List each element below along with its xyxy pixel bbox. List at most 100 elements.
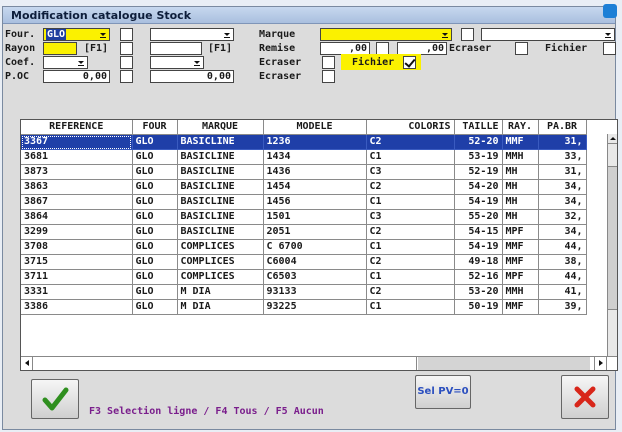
cell-four: GLO [132,284,178,300]
four-combo-2[interactable] [150,28,234,41]
window-close-icon[interactable] [603,4,617,18]
fichier-checkbox-top[interactable] [603,42,616,55]
ecraser-label-2: Ecraser [259,57,302,68]
coef-checkbox[interactable] [120,56,133,69]
chevron-down-icon[interactable] [99,30,108,39]
cell-four: GLO [132,299,178,315]
cell-ray: MMF [502,134,539,150]
rayon-field-2[interactable] [150,42,202,55]
vertical-scrollbar[interactable] [607,134,617,370]
table-row[interactable]: 3867 GLO BASICLINE 1456 C1 54-19 MH 34, [21,194,587,210]
col-header-modele[interactable]: MODELE [263,120,367,135]
col-header-marque[interactable]: MARQUE [177,120,264,135]
four-combo[interactable]: GLO [43,28,110,41]
coef-combo[interactable] [43,56,88,69]
rayon-field[interactable] [43,42,77,55]
cell-modele: C6503 [263,269,367,285]
fichier-checkbox-hl[interactable] [403,56,416,69]
rayon-checkbox[interactable] [120,42,133,55]
col-header-pabr[interactable]: PA.BR [538,120,587,135]
stock-grid[interactable]: REFERENCE FOUR MARQUE MODELE COLORIS TAI… [20,119,618,371]
cell-ray: MMF [502,254,539,270]
table-row[interactable]: 3299 GLO BASICLINE 2051 C2 54-15 MPF 34, [21,224,587,240]
cell-taille: 50-19 [454,299,503,315]
cell-marque: BASICLINE [177,209,264,225]
scroll-right-icon[interactable] [594,357,606,370]
hscroll-track[interactable] [418,357,590,370]
rayon-f1-right: [F1] [208,43,233,54]
sel-pv-button[interactable]: Sel PV=0 [415,375,471,409]
cell-reference: 3864 [21,209,133,225]
title-bar: Modification catalogue Stock [3,4,617,24]
table-row[interactable]: 3331 GLO M DIA 93133 C2 53-20 MMH 41, [21,284,587,300]
poc-field[interactable]: 0,00 [43,70,110,83]
marque-combo-2[interactable] [481,28,615,41]
cell-taille: 49-18 [454,254,503,270]
chevron-down-icon[interactable] [604,30,613,39]
cell-ray: MPF [502,269,539,285]
cell-marque: COMPLICES [177,269,264,285]
cell-modele: C 6700 [263,239,367,255]
marque-checkbox[interactable] [461,28,474,41]
four-checkbox[interactable] [120,28,133,41]
cell-four: GLO [132,164,178,180]
cell-reference: 3711 [21,269,133,285]
cell-marque: BASICLINE [177,134,264,150]
cell-four: GLO [132,134,178,150]
poc-field-2[interactable]: 0,00 [150,70,234,83]
hscroll-thumb[interactable] [34,357,417,370]
chevron-down-icon[interactable] [223,30,232,39]
horizontal-scrollbar[interactable] [21,356,617,370]
cell-ray: MH [502,194,539,210]
table-header-row: REFERENCE FOUR MARQUE MODELE COLORIS TAI… [21,120,587,135]
poc-checkbox[interactable] [120,70,133,83]
chevron-down-icon[interactable] [77,58,86,67]
marque-combo[interactable] [320,28,452,41]
col-header-coloris[interactable]: COLORIS [366,120,455,135]
cell-taille: 55-20 [454,209,503,225]
table-row[interactable]: 3386 GLO M DIA 93225 C1 50-19 MMF 39, [21,299,587,315]
table-row[interactable]: 3864 GLO BASICLINE 1501 C3 55-20 MH 32, [21,209,587,225]
cell-four: GLO [132,179,178,195]
col-header-ray[interactable]: RAY. [502,120,539,135]
cell-modele: 93225 [263,299,367,315]
ecraser-checkbox-2[interactable] [322,56,335,69]
fichier-label-top: Fichier [545,43,588,54]
keyboard-hint: F3 Selection ligne / F4 Tous / F5 Aucun [89,406,324,417]
chevron-down-icon[interactable] [193,58,202,67]
table-row[interactable]: 3708 GLO COMPLICES C 6700 C1 54-19 MMF 44, [21,239,587,255]
scroll-left-icon[interactable] [21,357,33,370]
table-row[interactable]: 3873 GLO BASICLINE 1436 C3 52-19 MH 31, [21,164,587,180]
scroll-thumb[interactable] [608,166,617,310]
ecraser-checkbox-3[interactable] [322,70,335,83]
cell-marque: COMPLICES [177,239,264,255]
chevron-down-icon[interactable] [441,30,450,39]
table-row[interactable]: 3367 GLO BASICLINE 1236 C2 52-20 MMF 31, [21,134,587,150]
cell-reference: 3299 [21,224,133,240]
col-header-taille[interactable]: TAILLE [454,120,503,135]
col-header-reference[interactable]: REFERENCE [21,120,133,135]
table-row[interactable]: 3711 GLO COMPLICES C6503 C1 52-16 MPF 44, [21,269,587,285]
coef-combo-2[interactable] [150,56,204,69]
cell-modele: 2051 [263,224,367,240]
cell-pabr: 32, [538,209,587,225]
cell-reference: 3715 [21,254,133,270]
cross-icon [574,386,596,408]
table-row[interactable]: 3715 GLO COMPLICES C6004 C2 49-18 MMF 38, [21,254,587,270]
table-row[interactable]: 3681 GLO BASICLINE 1434 C1 53-19 MMH 33, [21,149,587,165]
cell-ray: MPF [502,224,539,240]
ecraser-checkbox-1[interactable] [515,42,528,55]
scroll-up-icon[interactable] [608,134,617,144]
cancel-button[interactable] [561,375,609,419]
cell-coloris: C3 [366,209,455,225]
ok-button[interactable] [31,379,79,419]
cell-ray: MMH [502,284,539,300]
col-header-four[interactable]: FOUR [132,120,178,135]
cell-modele: 1436 [263,164,367,180]
table-row[interactable]: 3863 GLO BASICLINE 1454 C2 54-20 MH 34, [21,179,587,195]
cell-modele: C6004 [263,254,367,270]
cell-modele: 1456 [263,194,367,210]
rayon-label: Rayon [5,43,36,54]
cell-reference: 3708 [21,239,133,255]
four-value: GLO [46,29,67,40]
